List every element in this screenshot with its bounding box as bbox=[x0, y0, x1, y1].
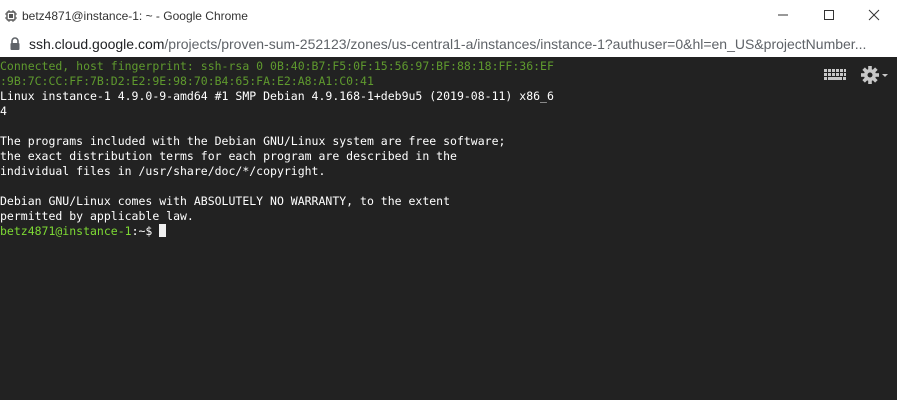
maximize-button[interactable] bbox=[806, 0, 852, 33]
terminal-line: permitted by applicable law. bbox=[0, 209, 194, 223]
settings-menu-button[interactable] bbox=[860, 65, 890, 85]
terminal-cursor bbox=[159, 224, 167, 237]
address-bar[interactable]: ssh.cloud.google.com/projects/proven-sum… bbox=[0, 33, 897, 57]
chrome-window: betz4871@instance-1: ~ - Google Chrome s… bbox=[0, 0, 897, 400]
terminal[interactable]: Connected, host fingerprint: ssh-rsa 0 0… bbox=[0, 57, 897, 400]
url-path: /projects/proven-sum-252123/zones/us-cen… bbox=[164, 36, 867, 52]
prompt-path: :~$ bbox=[131, 224, 160, 238]
maximize-icon bbox=[823, 8, 835, 26]
terminal-output: Connected, host fingerprint: ssh-rsa 0 0… bbox=[0, 59, 640, 239]
minimize-button[interactable] bbox=[760, 0, 806, 33]
prompt-user-host: betz4871@instance-1 bbox=[0, 224, 132, 238]
keyboard-icon[interactable] bbox=[823, 68, 847, 82]
window-title: betz4871@instance-1: ~ - Google Chrome bbox=[22, 9, 248, 23]
lock-icon[interactable] bbox=[9, 37, 21, 51]
close-icon bbox=[868, 8, 880, 26]
terminal-line: individual files in /usr/share/doc/*/cop… bbox=[0, 164, 326, 178]
terminal-line: Linux instance-1 4.9.0-9-amd64 #1 SMP De… bbox=[0, 89, 554, 103]
terminal-line: The programs included with the Debian GN… bbox=[0, 134, 506, 148]
terminal-line: the exact distribution terms for each pr… bbox=[0, 149, 457, 163]
terminal-prompt-line[interactable]: betz4871@instance-1:~$ bbox=[0, 224, 640, 239]
minimize-icon bbox=[777, 8, 789, 26]
close-button[interactable] bbox=[851, 0, 897, 33]
chrome-window-icon bbox=[4, 9, 18, 23]
url-host: ssh.cloud.google.com bbox=[29, 36, 165, 52]
terminal-line: :9B:7C:CC:FF:7B:D2:E2:9E:98:70:B4:65:FA:… bbox=[0, 74, 374, 88]
url-field[interactable]: ssh.cloud.google.com/projects/proven-sum… bbox=[29, 36, 891, 53]
terminal-line: Debian GNU/Linux comes with ABSOLUTELY N… bbox=[0, 194, 451, 208]
terminal-line: 4 bbox=[0, 104, 7, 118]
title-bar[interactable]: betz4871@instance-1: ~ - Google Chrome bbox=[0, 0, 897, 33]
terminal-line: Connected, host fingerprint: ssh-rsa 0 0… bbox=[0, 59, 554, 73]
gear-icon bbox=[860, 66, 890, 89]
